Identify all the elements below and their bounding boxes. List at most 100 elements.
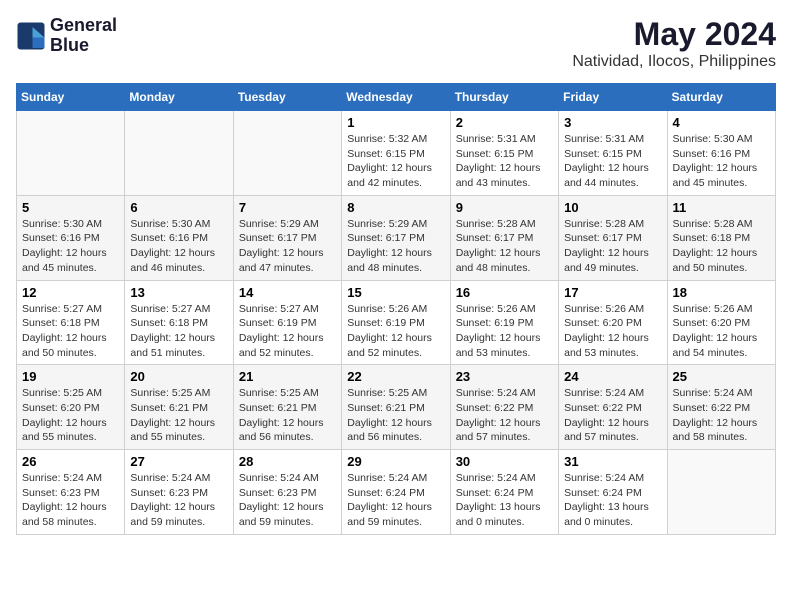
weekday-header-tuesday: Tuesday (233, 84, 341, 111)
day-info: Sunrise: 5:30 AM Sunset: 6:16 PM Dayligh… (130, 217, 227, 276)
day-number: 31 (564, 454, 661, 469)
day-number: 18 (673, 285, 770, 300)
calendar-cell: 9 Sunrise: 5:28 AM Sunset: 6:17 PM Daylig… (450, 195, 558, 280)
day-number: 23 (456, 369, 553, 384)
day-info: Sunrise: 5:31 AM Sunset: 6:15 PM Dayligh… (456, 132, 553, 191)
day-number: 14 (239, 285, 336, 300)
day-number: 30 (456, 454, 553, 469)
calendar-body: 1Sunrise: 5:32 AM Sunset: 6:15 PM Daylig… (17, 111, 776, 535)
logo-text: General Blue (50, 16, 117, 56)
day-info: Sunrise: 5:29 AM Sunset: 6:17 PM Dayligh… (347, 217, 444, 276)
day-info: Sunrise: 5:27 AM Sunset: 6:18 PM Dayligh… (22, 302, 119, 361)
day-number: 27 (130, 454, 227, 469)
calendar-week-3: 12 Sunrise: 5:27 AM Sunset: 6:18 PM Dayli… (17, 280, 776, 365)
calendar-cell: 31 Sunrise: 5:24 AM Sunset: 6:24 PM Dayli… (559, 450, 667, 535)
calendar-cell: 23 Sunrise: 5:24 AM Sunset: 6:22 PM Dayli… (450, 365, 558, 450)
day-info: Sunrise: 5:25 AM Sunset: 6:21 PM Dayligh… (347, 386, 444, 445)
day-info: Sunrise: 5:25 AM Sunset: 6:21 PM Dayligh… (130, 386, 227, 445)
calendar-cell: 24Sunrise: 5:24 AM Sunset: 6:22 PM Dayli… (559, 365, 667, 450)
day-number: 6 (130, 200, 227, 215)
day-info: Sunrise: 5:26 AM Sunset: 6:20 PM Dayligh… (564, 302, 661, 361)
calendar-cell: 8 Sunrise: 5:29 AM Sunset: 6:17 PM Daylig… (342, 195, 450, 280)
day-info: Sunrise: 5:28 AM Sunset: 6:18 PM Dayligh… (673, 217, 770, 276)
weekday-header-friday: Friday (559, 84, 667, 111)
calendar-cell: 16 Sunrise: 5:26 AM Sunset: 6:19 PM Dayli… (450, 280, 558, 365)
day-info: Sunrise: 5:28 AM Sunset: 6:17 PM Dayligh… (564, 217, 661, 276)
calendar-cell: 28Sunrise: 5:24 AM Sunset: 6:23 PM Dayli… (233, 450, 341, 535)
calendar-cell (17, 111, 125, 196)
day-info: Sunrise: 5:24 AM Sunset: 6:22 PM Dayligh… (564, 386, 661, 445)
calendar-cell: 21Sunrise: 5:25 AM Sunset: 6:21 PM Dayli… (233, 365, 341, 450)
day-number: 15 (347, 285, 444, 300)
calendar-cell: 3 Sunrise: 5:31 AM Sunset: 6:15 PM Daylig… (559, 111, 667, 196)
day-number: 3 (564, 115, 661, 130)
title-block: May 2024 Natividad, Ilocos, Philippines (572, 16, 776, 71)
day-info: Sunrise: 5:25 AM Sunset: 6:20 PM Dayligh… (22, 386, 119, 445)
weekday-header-sunday: Sunday (17, 84, 125, 111)
day-info: Sunrise: 5:28 AM Sunset: 6:17 PM Dayligh… (456, 217, 553, 276)
weekday-header-wednesday: Wednesday (342, 84, 450, 111)
day-info: Sunrise: 5:29 AM Sunset: 6:17 PM Dayligh… (239, 217, 336, 276)
calendar-table: SundayMondayTuesdayWednesdayThursdayFrid… (16, 83, 776, 535)
day-number: 16 (456, 285, 553, 300)
weekday-header-thursday: Thursday (450, 84, 558, 111)
day-info: Sunrise: 5:24 AM Sunset: 6:22 PM Dayligh… (456, 386, 553, 445)
calendar-week-4: 19Sunrise: 5:25 AM Sunset: 6:20 PM Dayli… (17, 365, 776, 450)
day-number: 10 (564, 200, 661, 215)
day-info: Sunrise: 5:24 AM Sunset: 6:23 PM Dayligh… (22, 471, 119, 530)
logo-icon (16, 21, 46, 51)
calendar-week-2: 5Sunrise: 5:30 AM Sunset: 6:16 PM Daylig… (17, 195, 776, 280)
weekday-header-saturday: Saturday (667, 84, 775, 111)
calendar-cell: 4Sunrise: 5:30 AM Sunset: 6:16 PM Daylig… (667, 111, 775, 196)
calendar-cell: 26 Sunrise: 5:24 AM Sunset: 6:23 PM Dayli… (17, 450, 125, 535)
calendar-cell: 30 Sunrise: 5:24 AM Sunset: 6:24 PM Dayli… (450, 450, 558, 535)
calendar-cell: 29Sunrise: 5:24 AM Sunset: 6:24 PM Dayli… (342, 450, 450, 535)
day-number: 29 (347, 454, 444, 469)
calendar-cell: 10 Sunrise: 5:28 AM Sunset: 6:17 PM Dayli… (559, 195, 667, 280)
calendar-cell (125, 111, 233, 196)
day-info: Sunrise: 5:24 AM Sunset: 6:22 PM Dayligh… (673, 386, 770, 445)
calendar-week-1: 1Sunrise: 5:32 AM Sunset: 6:15 PM Daylig… (17, 111, 776, 196)
day-number: 20 (130, 369, 227, 384)
day-info: Sunrise: 5:27 AM Sunset: 6:19 PM Dayligh… (239, 302, 336, 361)
calendar-cell: 12 Sunrise: 5:27 AM Sunset: 6:18 PM Dayli… (17, 280, 125, 365)
calendar-cell: 20 Sunrise: 5:25 AM Sunset: 6:21 PM Dayli… (125, 365, 233, 450)
calendar-cell: 19Sunrise: 5:25 AM Sunset: 6:20 PM Dayli… (17, 365, 125, 450)
day-info: Sunrise: 5:25 AM Sunset: 6:21 PM Dayligh… (239, 386, 336, 445)
weekday-header-monday: Monday (125, 84, 233, 111)
calendar-cell: 6 Sunrise: 5:30 AM Sunset: 6:16 PM Daylig… (125, 195, 233, 280)
calendar-cell: 1Sunrise: 5:32 AM Sunset: 6:15 PM Daylig… (342, 111, 450, 196)
day-number: 8 (347, 200, 444, 215)
calendar-cell (233, 111, 341, 196)
calendar-cell: 13Sunrise: 5:27 AM Sunset: 6:18 PM Dayli… (125, 280, 233, 365)
day-info: Sunrise: 5:24 AM Sunset: 6:24 PM Dayligh… (564, 471, 661, 530)
day-number: 17 (564, 285, 661, 300)
day-number: 25 (673, 369, 770, 384)
day-info: Sunrise: 5:24 AM Sunset: 6:24 PM Dayligh… (456, 471, 553, 530)
day-number: 22 (347, 369, 444, 384)
calendar-cell: 14 Sunrise: 5:27 AM Sunset: 6:19 PM Dayli… (233, 280, 341, 365)
weekday-header-row: SundayMondayTuesdayWednesdayThursdayFrid… (17, 84, 776, 111)
day-info: Sunrise: 5:26 AM Sunset: 6:20 PM Dayligh… (673, 302, 770, 361)
day-number: 9 (456, 200, 553, 215)
calendar-cell: 5Sunrise: 5:30 AM Sunset: 6:16 PM Daylig… (17, 195, 125, 280)
day-number: 12 (22, 285, 119, 300)
day-number: 13 (130, 285, 227, 300)
day-info: Sunrise: 5:31 AM Sunset: 6:15 PM Dayligh… (564, 132, 661, 191)
page-header: General Blue May 2024 Natividad, Ilocos,… (16, 16, 776, 71)
day-info: Sunrise: 5:26 AM Sunset: 6:19 PM Dayligh… (456, 302, 553, 361)
day-info: Sunrise: 5:30 AM Sunset: 6:16 PM Dayligh… (22, 217, 119, 276)
calendar-cell: 18 Sunrise: 5:26 AM Sunset: 6:20 PM Dayli… (667, 280, 775, 365)
logo[interactable]: General Blue (16, 16, 117, 56)
location-title: Natividad, Ilocos, Philippines (572, 53, 776, 71)
day-number: 26 (22, 454, 119, 469)
calendar-cell: 2Sunrise: 5:31 AM Sunset: 6:15 PM Daylig… (450, 111, 558, 196)
calendar-cell: 11 Sunrise: 5:28 AM Sunset: 6:18 PM Dayli… (667, 195, 775, 280)
day-info: Sunrise: 5:32 AM Sunset: 6:15 PM Dayligh… (347, 132, 444, 191)
day-info: Sunrise: 5:26 AM Sunset: 6:19 PM Dayligh… (347, 302, 444, 361)
calendar-cell: 25 Sunrise: 5:24 AM Sunset: 6:22 PM Dayli… (667, 365, 775, 450)
day-info: Sunrise: 5:24 AM Sunset: 6:23 PM Dayligh… (130, 471, 227, 530)
calendar-cell: 22 Sunrise: 5:25 AM Sunset: 6:21 PM Dayli… (342, 365, 450, 450)
calendar-cell: 27 Sunrise: 5:24 AM Sunset: 6:23 PM Dayli… (125, 450, 233, 535)
day-number: 11 (673, 200, 770, 215)
